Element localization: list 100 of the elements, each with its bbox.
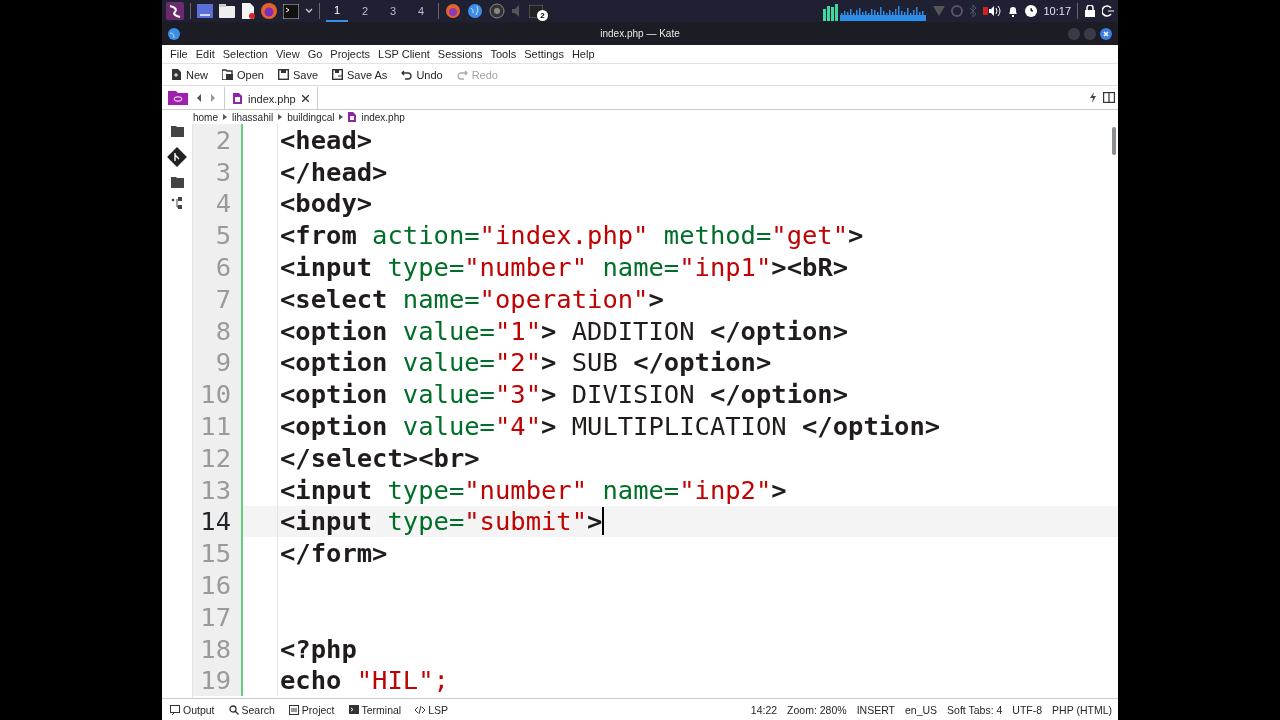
- code-icon: [415, 704, 426, 715]
- php-file-icon: [233, 93, 242, 104]
- breadcrumb-item[interactable]: home: [193, 111, 218, 123]
- line-number: 8: [193, 314, 243, 347]
- workspace-switcher[interactable]: 4: [410, 0, 432, 22]
- status-item[interactable]: PHP (HTML): [1052, 703, 1112, 716]
- folder-icon[interactable]: [170, 126, 184, 137]
- clock-icon[interactable]: [1025, 5, 1038, 17]
- redo-icon: [456, 69, 468, 80]
- code-line: </head>: [279, 156, 388, 187]
- browser-icon[interactable]: [445, 3, 461, 19]
- workspace-switcher[interactable]: 3: [382, 0, 404, 22]
- chevron-right-icon: [223, 114, 227, 120]
- chevron-down-icon[interactable]: [305, 8, 313, 14]
- menu-item[interactable]: Help: [567, 48, 599, 60]
- project-icon: [288, 704, 299, 715]
- toolbar-button[interactable]: Open: [217, 66, 269, 83]
- folder-icon[interactable]: [170, 177, 184, 188]
- clock[interactable]: 10:17: [1043, 5, 1071, 17]
- line-number: 18: [193, 632, 243, 665]
- undo-icon: [401, 69, 413, 80]
- terminal-icon[interactable]: [283, 3, 299, 19]
- lightning-icon[interactable]: [1089, 92, 1097, 103]
- status-item[interactable]: UTF-8: [1012, 703, 1043, 716]
- status-item[interactable]: 14:22: [750, 703, 778, 716]
- status-item[interactable]: en_US: [904, 703, 938, 716]
- line-number: 10: [193, 378, 243, 411]
- code-line: <body>: [279, 188, 373, 219]
- document-icon[interactable]: [241, 3, 255, 19]
- close-icon[interactable]: [1100, 27, 1112, 40]
- line-number: 2: [193, 124, 243, 156]
- code-line: </select><br>: [279, 442, 480, 473]
- toolbar-button[interactable]: Save: [272, 66, 323, 83]
- php-file-icon: [348, 112, 357, 122]
- code-line: <head>: [279, 124, 373, 155]
- menu-item[interactable]: Edit: [191, 48, 219, 60]
- menu-item[interactable]: File: [166, 48, 192, 60]
- lock-icon[interactable]: [1084, 5, 1096, 17]
- menu-item[interactable]: Settings: [520, 48, 568, 60]
- logout-icon[interactable]: [1102, 5, 1114, 17]
- globe-icon[interactable]: [467, 3, 483, 19]
- code-line: <input type="number" name="inp1"><bR>: [279, 252, 849, 283]
- window-count-badge: 2: [537, 9, 548, 21]
- code-line: echo "HIL";: [279, 665, 449, 696]
- file-tab[interactable]: index.php: [224, 86, 318, 109]
- code-line: <input type="submit">: [279, 506, 603, 537]
- menu-item[interactable]: LSP Client: [374, 48, 434, 60]
- status-item[interactable]: INSERT: [856, 703, 895, 716]
- status-item[interactable]: Zoom: 280%: [787, 703, 847, 716]
- app-launcher-icon[interactable]: [166, 2, 184, 20]
- desktop-icon[interactable]: [197, 4, 213, 18]
- line-number: 9: [193, 346, 243, 379]
- line-number: 17: [193, 600, 243, 633]
- menu-item[interactable]: View: [271, 48, 304, 60]
- terminal-icon: [348, 704, 359, 715]
- breadcrumb-item[interactable]: buildingcal: [287, 111, 335, 123]
- volume-icon[interactable]: [983, 5, 1002, 17]
- toolbar-button[interactable]: New: [166, 66, 213, 83]
- forward-arrow-icon[interactable]: [210, 93, 216, 102]
- symbol-tree-icon[interactable]: [170, 197, 184, 209]
- terminal-icon[interactable]: [529, 4, 543, 18]
- line-number: 5: [193, 219, 243, 252]
- close-icon[interactable]: [301, 95, 309, 102]
- menu-item[interactable]: Sessions: [433, 48, 487, 60]
- new-document-icon: [171, 69, 182, 80]
- line-number: 7: [193, 283, 243, 315]
- panel-tab-button[interactable]: Search: [226, 703, 277, 716]
- folder-icon[interactable]: [168, 90, 188, 105]
- back-arrow-icon[interactable]: [196, 93, 202, 102]
- breadcrumb-item[interactable]: lihassahil: [232, 111, 274, 123]
- panel-tab-button[interactable]: LSP: [413, 703, 451, 716]
- line-number: 12: [193, 441, 243, 474]
- output-icon: [170, 704, 180, 715]
- text-cursor: [602, 507, 605, 536]
- code-line: <select name="operation">: [279, 283, 664, 314]
- workspace-switcher[interactable]: 2: [354, 0, 376, 22]
- menu-item[interactable]: Projects: [326, 48, 375, 60]
- toolbar-button[interactable]: Save As: [327, 66, 393, 83]
- menu-item[interactable]: Selection: [218, 48, 272, 60]
- camera-aperture-icon[interactable]: [489, 3, 505, 19]
- split-view-icon[interactable]: [1103, 92, 1115, 103]
- panel-tab-button[interactable]: Output: [168, 703, 217, 716]
- scrollbar-handle[interactable]: [1112, 127, 1116, 155]
- line-number: 19: [193, 664, 243, 697]
- code-line: <input type="number" name="inp2">: [279, 474, 787, 505]
- line-number: 13: [193, 473, 243, 506]
- folder-icon[interactable]: [219, 4, 235, 18]
- menu-item[interactable]: Go: [303, 48, 327, 60]
- code-line: <option value="3"> DIVISION </option>: [279, 379, 849, 410]
- panel-tab-button[interactable]: Project: [286, 703, 337, 716]
- menu-item[interactable]: Tools: [486, 48, 521, 60]
- code-line: <?php: [279, 633, 357, 664]
- status-item[interactable]: Soft Tabs: 4: [947, 703, 1003, 716]
- browser-icon[interactable]: [261, 3, 277, 19]
- code-line: </form>: [279, 538, 388, 569]
- toolbar-button[interactable]: Undo: [396, 66, 448, 83]
- line-number: 16: [193, 569, 243, 601]
- notification-bell-icon[interactable]: [1007, 5, 1020, 17]
- breadcrumb-item[interactable]: index.php: [361, 111, 405, 123]
- panel-tab-button[interactable]: Terminal: [346, 703, 404, 716]
